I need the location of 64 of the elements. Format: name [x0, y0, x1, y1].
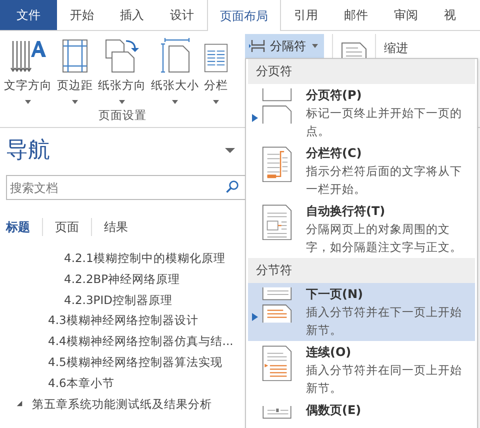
outline-item[interactable]: 4.4模糊神经网络控制器仿真与结... — [48, 331, 234, 352]
expand-icon[interactable] — [16, 400, 23, 408]
ribbon-tab[interactable]: 视 — [431, 0, 469, 30]
outline-item[interactable]: 4.5模糊神经网络控制器算法实现 — [48, 352, 222, 373]
group-label: 页面设置 — [98, 107, 148, 124]
text-direction-icon — [10, 40, 46, 73]
columns-icon — [204, 43, 228, 73]
search-icon — [225, 180, 239, 194]
ribbon-tab[interactable]: 插入 — [107, 0, 157, 30]
outline-item[interactable]: 4.6本章小节 — [48, 372, 114, 394]
column-break-icon — [262, 146, 292, 182]
ribbon-button[interactable]: 纸张方向 — [97, 31, 147, 104]
menu-item[interactable]: 下一页(N) 插入分节符并在下一页上开始新节。 — [248, 283, 475, 341]
search-field[interactable]: 搜索文档 — [6, 175, 247, 200]
menu-item-description: 分隔网页上的对象周围的文字，如分隔题注文字与正文。 — [306, 221, 463, 256]
paper-size-icon — [160, 38, 190, 73]
menu-section-header: 分页符 — [248, 59, 475, 84]
menu-item-description: 插入分节符并在下一页上开始新节。 — [306, 304, 463, 339]
menu-item-description: 指示分栏符后面的文字将从下一栏开始。 — [306, 163, 463, 198]
next-page-icon — [262, 287, 292, 323]
outline-item[interactable]: 第五章系统功能测试纸及结果分析 — [32, 394, 212, 414]
dropdown-icon[interactable] — [225, 148, 235, 152]
margins-icon — [62, 39, 88, 73]
indent-label: 缩进 — [384, 40, 408, 57]
caret-icon — [213, 100, 219, 104]
page-break-icon — [262, 88, 292, 124]
outline-item[interactable]: 4.2.1模糊控制中的模糊化原理 — [64, 248, 226, 269]
orientation-icon — [104, 39, 140, 73]
breaks-icon — [249, 39, 267, 53]
ribbon-tab[interactable]: 页面布局 — [207, 0, 281, 31]
ribbon-button[interactable]: 纸张大小 — [150, 31, 200, 104]
ribbon-tab[interactable]: 邮件 — [331, 0, 381, 30]
pane-title: 导航 — [6, 136, 50, 164]
ribbon-button[interactable]: 分栏 — [203, 31, 229, 104]
menu-section-header: 分节符 — [248, 258, 475, 283]
caret-icon — [72, 100, 78, 104]
caret-icon — [119, 100, 125, 104]
menu-item-title: 分栏符(C) — [306, 145, 363, 162]
pane-tab[interactable]: 结果 — [92, 218, 140, 236]
menu-item-description: 标记一页终止并开始下一页的点。 — [306, 105, 463, 140]
ribbon-button[interactable]: 文字方向 — [3, 31, 53, 104]
text-wrap-icon — [262, 204, 292, 240]
menu-item-title: 偶数页(E) — [306, 402, 362, 419]
caret-icon — [172, 100, 178, 104]
continuous-icon — [262, 345, 292, 381]
file-tab[interactable]: 文件 — [0, 0, 57, 30]
ribbon-tab[interactable]: 审阅 — [381, 0, 431, 30]
ribbon-tab[interactable]: 设计 — [157, 0, 207, 30]
caret-icon — [25, 100, 31, 104]
breaks-button[interactable]: 分隔符 — [245, 34, 324, 58]
menu-item-title: 下一页(N) — [306, 286, 364, 303]
ribbon-tab[interactable]: 开始 — [57, 0, 107, 30]
outline-item[interactable]: 4.2.3PID控制器原理 — [64, 290, 172, 310]
menu-item-description: 插入分节符并在同一页上开始新节。 — [306, 362, 463, 397]
menu-item-title: 自动换行符(T) — [306, 203, 386, 220]
even-page-icon — [262, 406, 292, 420]
ribbon-button[interactable]: 页边距 — [56, 31, 94, 104]
pane-tab[interactable]: 页面 — [43, 218, 91, 236]
ribbon-tab[interactable]: 引用 — [281, 0, 331, 30]
pane-tab[interactable]: 标题 — [0, 218, 42, 236]
menu-item-title: 连续(O) — [306, 344, 352, 361]
outline-item[interactable]: 4.2.2BP神经网络原理 — [64, 268, 180, 290]
outline-item[interactable]: 4.3模糊神经网络控制器设计 — [48, 310, 198, 332]
menu-item-title: 分页符(P) — [306, 87, 363, 104]
